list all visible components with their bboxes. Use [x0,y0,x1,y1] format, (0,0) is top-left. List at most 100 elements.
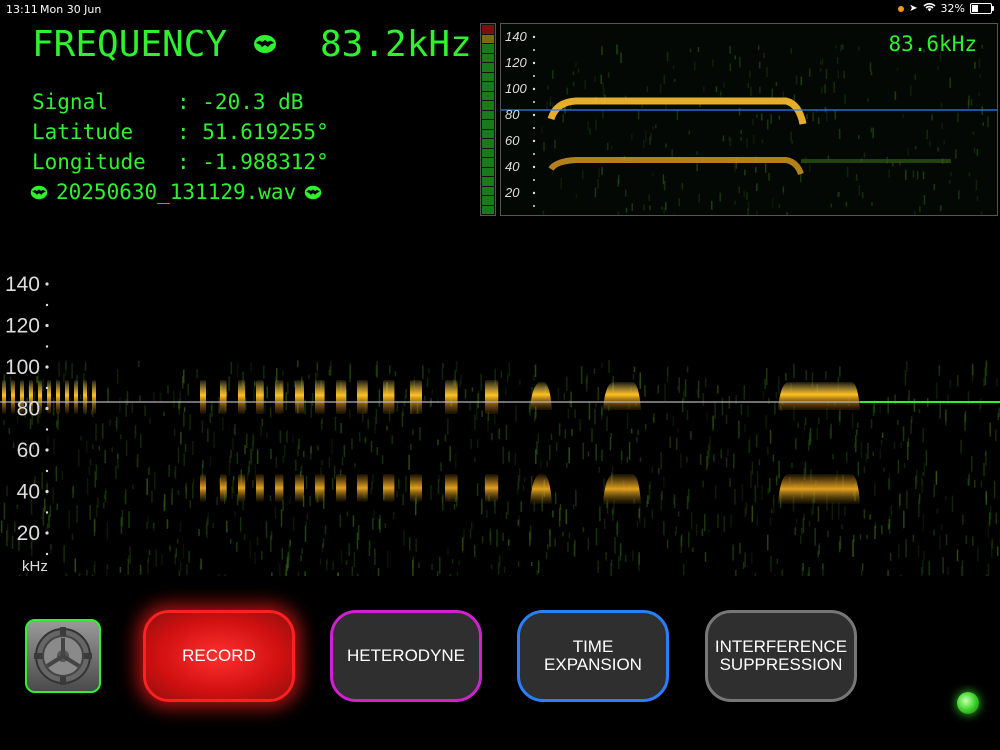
heterodyne-label: HETERODYNE [346,646,466,665]
longitude-value: : -1.988312° [177,150,329,174]
file-selector[interactable]: 20250630_131129.wav [30,180,322,204]
echolocation-pulse-harmonic [336,474,347,502]
echolocation-pulse-harmonic [357,474,368,502]
echolocation-pulse [92,380,96,414]
echolocation-pulse [275,380,284,414]
level-meter-segment [482,148,494,157]
interference-suppression-button[interactable]: INTERFERENCE SUPPRESSION [705,610,857,702]
echolocation-pulse-harmonic [275,474,284,502]
echolocation-pulse [530,382,552,410]
battery-percent: 32% [940,2,965,15]
mini-tick-label: 120 [505,55,527,70]
mini-tick-label: 100 [505,81,527,96]
mini-tick-label: 40 [505,159,520,174]
mini-axis-ticks: 140 120 100 80 60 40 20 [504,29,536,207]
mini-spectrogram[interactable]: 140 120 100 80 60 40 20 83.6kHz [500,23,998,216]
level-meter-segment [482,91,494,100]
heterodyne-button[interactable]: HETERODYNE [330,610,482,702]
echolocation-pulse [778,382,860,410]
mini-tick-label: 140 [505,29,527,44]
status-date: Mon 30 Jun [40,3,102,16]
filename: 20250630_131129.wav [56,180,297,204]
echolocation-pulse-harmonic [410,474,422,502]
latitude-label: Latitude [32,120,134,144]
echolocation-pulse-harmonic [778,474,860,504]
level-meter-segment [482,110,494,119]
echolocation-pulse [238,380,246,414]
signal-label: Signal [32,90,108,114]
record-button[interactable]: RECORD [143,610,295,702]
level-meter-segment [482,186,494,195]
main-tick-label: 100 [5,356,40,379]
echolocation-pulse [256,380,264,414]
location-icon: ➤ [909,3,918,14]
echolocation-pulse [65,380,69,414]
time-expansion-label-line2: EXPANSION [544,655,642,674]
main-tick-label: 60 [17,439,40,462]
echolocation-pulse-harmonic [200,474,206,502]
prev-file-bat-icon[interactable] [30,185,48,200]
latitude-row: Latitude : 51.619255° [32,120,329,144]
record-label: RECORD [182,646,256,665]
echolocation-pulse [56,380,60,414]
gear-icon [34,627,92,685]
level-meter-segment [482,167,494,176]
longitude-row: Longitude : -1.988312° [32,150,329,174]
echolocation-pulse [315,380,325,414]
echolocation-pulse-harmonic [445,474,458,502]
mini-call-harmonic-low [548,157,804,176]
settings-button[interactable] [25,619,101,693]
level-meter-segment [482,205,494,214]
mini-tick-label: 60 [505,133,520,148]
echolocation-pulse-harmonic [295,474,304,502]
echolocation-pulse [295,380,304,414]
latitude-value: : 51.619255° [177,120,329,144]
status-led [957,692,979,714]
echolocation-pulse [83,380,87,414]
level-meter-segment [482,44,494,53]
level-meter-segment [482,53,494,62]
main-tick-label: 140 [5,273,40,296]
frequency-value: 83.2kHz [320,24,472,65]
main-spectrogram-canvas: 140 120 100 80 60 40 20 kHz [0,273,1000,576]
level-meter-segment [482,25,494,34]
echolocation-pulse [220,380,227,414]
echolocation-pulse-harmonic [603,474,641,504]
echolocation-pulse-harmonic [256,474,264,502]
mini-tick-label: 80 [505,107,520,122]
main-axis-ticks: 140 120 100 80 60 40 20 [5,273,49,556]
main-tick-label: 80 [17,398,40,421]
mic-indicator-icon [898,5,905,12]
level-meter-segment [482,158,494,167]
level-meter-segment [482,120,494,129]
echolocation-pulse-harmonic [220,474,227,502]
status-indicators: ➤ 32% [898,2,994,15]
main-tick-label: 120 [5,315,40,338]
time-expansion-button[interactable]: TIME EXPANSION [517,610,669,702]
level-meter [480,23,496,216]
interference-label-line1: INTERFERENCE [714,637,848,656]
echolocation-pulse-harmonic [530,474,552,504]
echolocation-pulse-harmonic [315,474,325,502]
level-meter-segment [482,34,494,43]
main-tick-label: 20 [17,522,40,545]
echolocation-pulse [410,380,422,414]
level-meter-segment [482,139,494,148]
time-expansion-label-line1: TIME [572,637,614,656]
echolocation-pulse [603,382,641,410]
level-meter-segment [482,82,494,91]
echolocation-pulse [2,380,6,414]
next-file-bat-icon[interactable] [304,185,322,200]
level-meter-segment [482,101,494,110]
echolocation-pulse-harmonic [383,474,395,502]
main-spectrogram[interactable]: 140 120 100 80 60 40 20 kHz [0,260,1000,576]
bat-icon [254,35,276,53]
interference-label-line2: SUPPRESSION [719,655,843,674]
wifi-icon [922,2,936,15]
longitude-label: Longitude [32,150,146,174]
echolocation-pulse-harmonic [485,474,499,502]
status-bar: 13:11 Mon 30 Jun ➤ 32% [0,0,1000,18]
status-time: 13:11 [6,3,38,16]
frequency-label: FREQUENCY [32,24,228,65]
echolocation-pulse [336,380,347,414]
